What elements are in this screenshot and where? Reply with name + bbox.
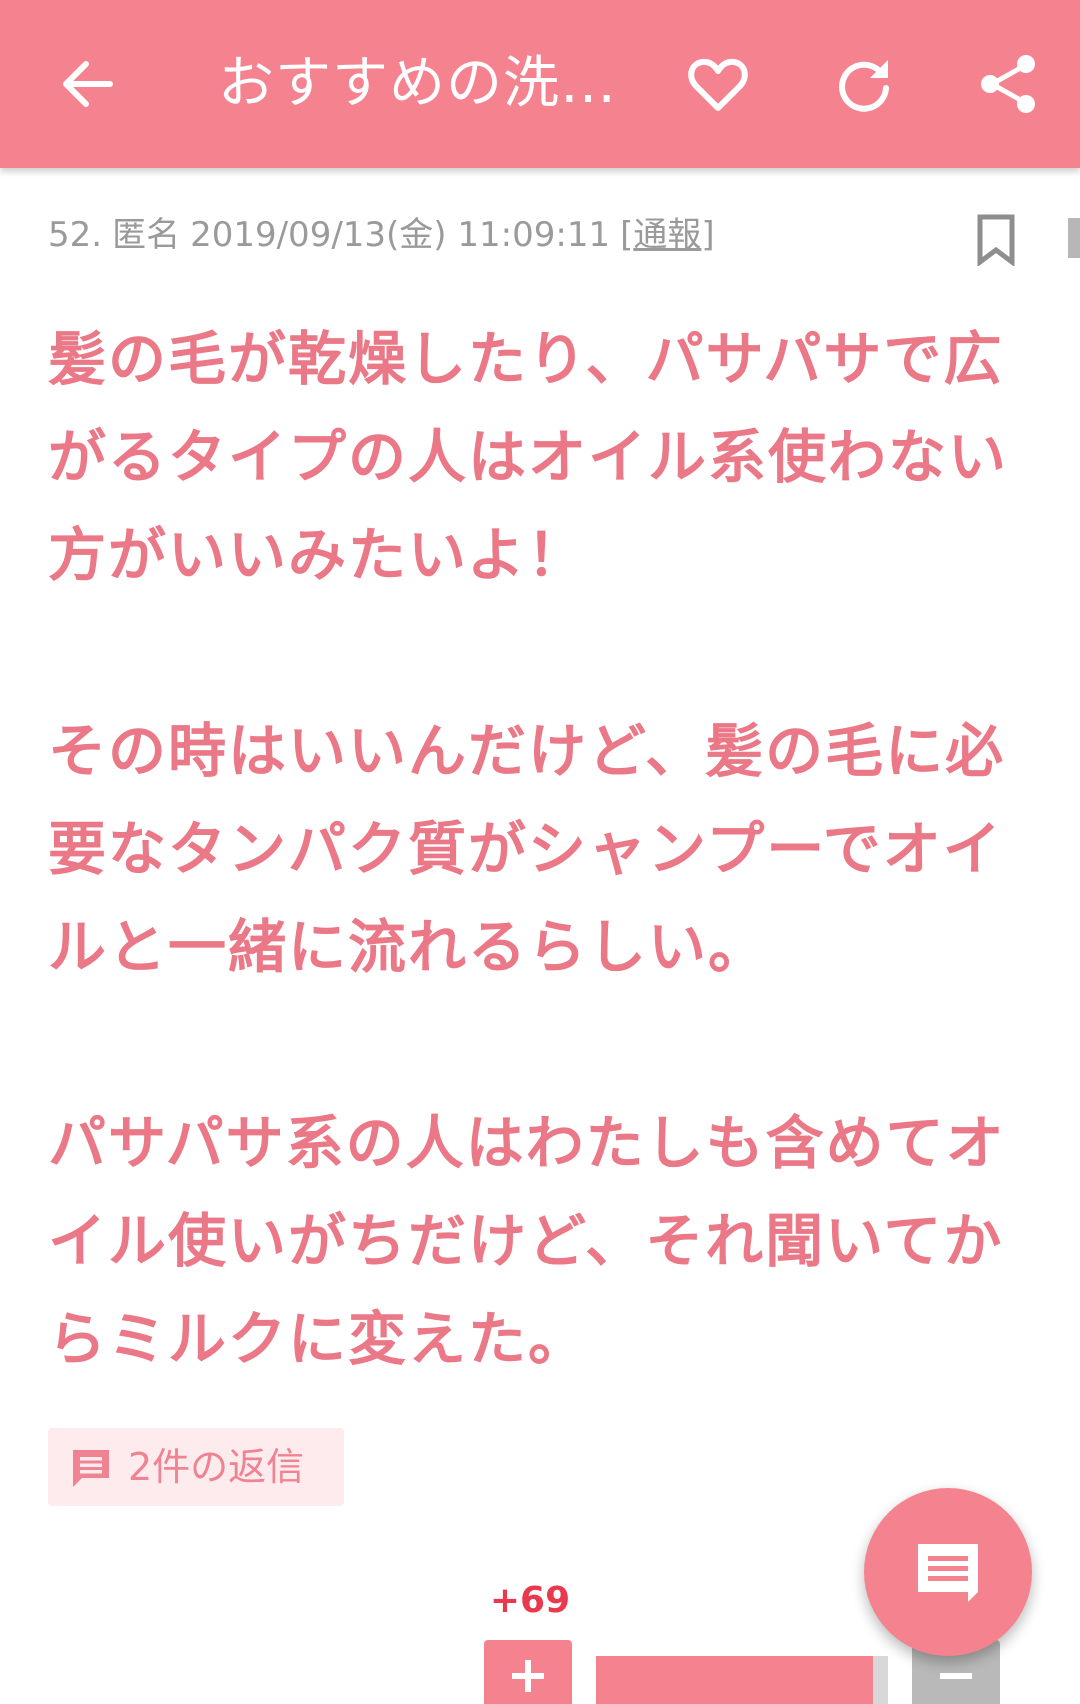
report-bracket-open: [ xyxy=(620,215,634,255)
post-line: らミルクに変えた。 xyxy=(48,1305,589,1373)
upvote-button[interactable] xyxy=(484,1640,572,1704)
refresh-icon[interactable] xyxy=(828,48,900,120)
vote-ratio-bar xyxy=(596,1656,888,1704)
back-arrow-icon[interactable] xyxy=(52,48,124,120)
vote-count: +69 xyxy=(489,1580,571,1621)
post-meta: 52. 匿名 2019/09/13(金) 11:09:11 [通報] xyxy=(48,210,715,260)
post-body: 髪の毛が乾燥したり、パサパサで広 がるタイプの人はオイル系使わない 方がいいみた… xyxy=(48,310,1038,1388)
post-line: その時はいいんだけど、髪の毛に必 xyxy=(48,717,1006,785)
post-line: がるタイプの人はオイル系使わない xyxy=(48,423,1009,491)
post-paragraph: パサパサ系の人はわたしも含めてオ イル使いがちだけど、それ聞いてか らミルクに変… xyxy=(48,1094,1038,1388)
report-link[interactable]: 通報 xyxy=(633,215,701,255)
comment-fab[interactable] xyxy=(864,1488,1032,1656)
post-number: 52. xyxy=(48,215,103,255)
heart-icon[interactable] xyxy=(682,48,754,120)
post-line: ルと一緒に流れるらしい。 xyxy=(48,913,769,981)
share-icon[interactable] xyxy=(972,48,1044,120)
page-title: おすすめの洗… xyxy=(218,51,617,116)
post-line: 髪の毛が乾燥したり、パサパサで広 xyxy=(48,325,1004,393)
bookmark-icon[interactable] xyxy=(976,214,1016,266)
post-line: イル使いがちだけど、それ聞いてか xyxy=(48,1207,1004,1275)
post-line: 方がいいみたいよ！ xyxy=(48,521,587,589)
report-bracket-close: ] xyxy=(701,215,715,255)
replies-label: 2件の返信 xyxy=(128,1445,305,1489)
minus-icon xyxy=(940,1673,972,1679)
plus-icon xyxy=(512,1660,544,1692)
app-bar: おすすめの洗… xyxy=(0,0,1080,168)
vote-ratio-fill xyxy=(596,1656,874,1704)
replies-button[interactable]: 2件の返信 xyxy=(48,1428,344,1506)
comment-icon xyxy=(73,1450,109,1487)
post-line: 要なタンパク質がシャンプーでオイ xyxy=(48,815,1003,883)
post-line: パサパサ系の人はわたしも含めてオ xyxy=(48,1109,1006,1177)
post-paragraph: その時はいいんだけど、髪の毛に必 要なタンパク質がシャンプーでオイ ルと一緒に流… xyxy=(48,702,1038,996)
edge-tab xyxy=(1068,218,1080,258)
chat-icon xyxy=(918,1544,978,1602)
post-datetime: 2019/09/13(金) 11:09:11 xyxy=(190,215,611,255)
post-author: 匿名 xyxy=(112,215,181,255)
post-paragraph: 髪の毛が乾燥したり、パサパサで広 がるタイプの人はオイル系使わない 方がいいみた… xyxy=(48,310,1038,604)
